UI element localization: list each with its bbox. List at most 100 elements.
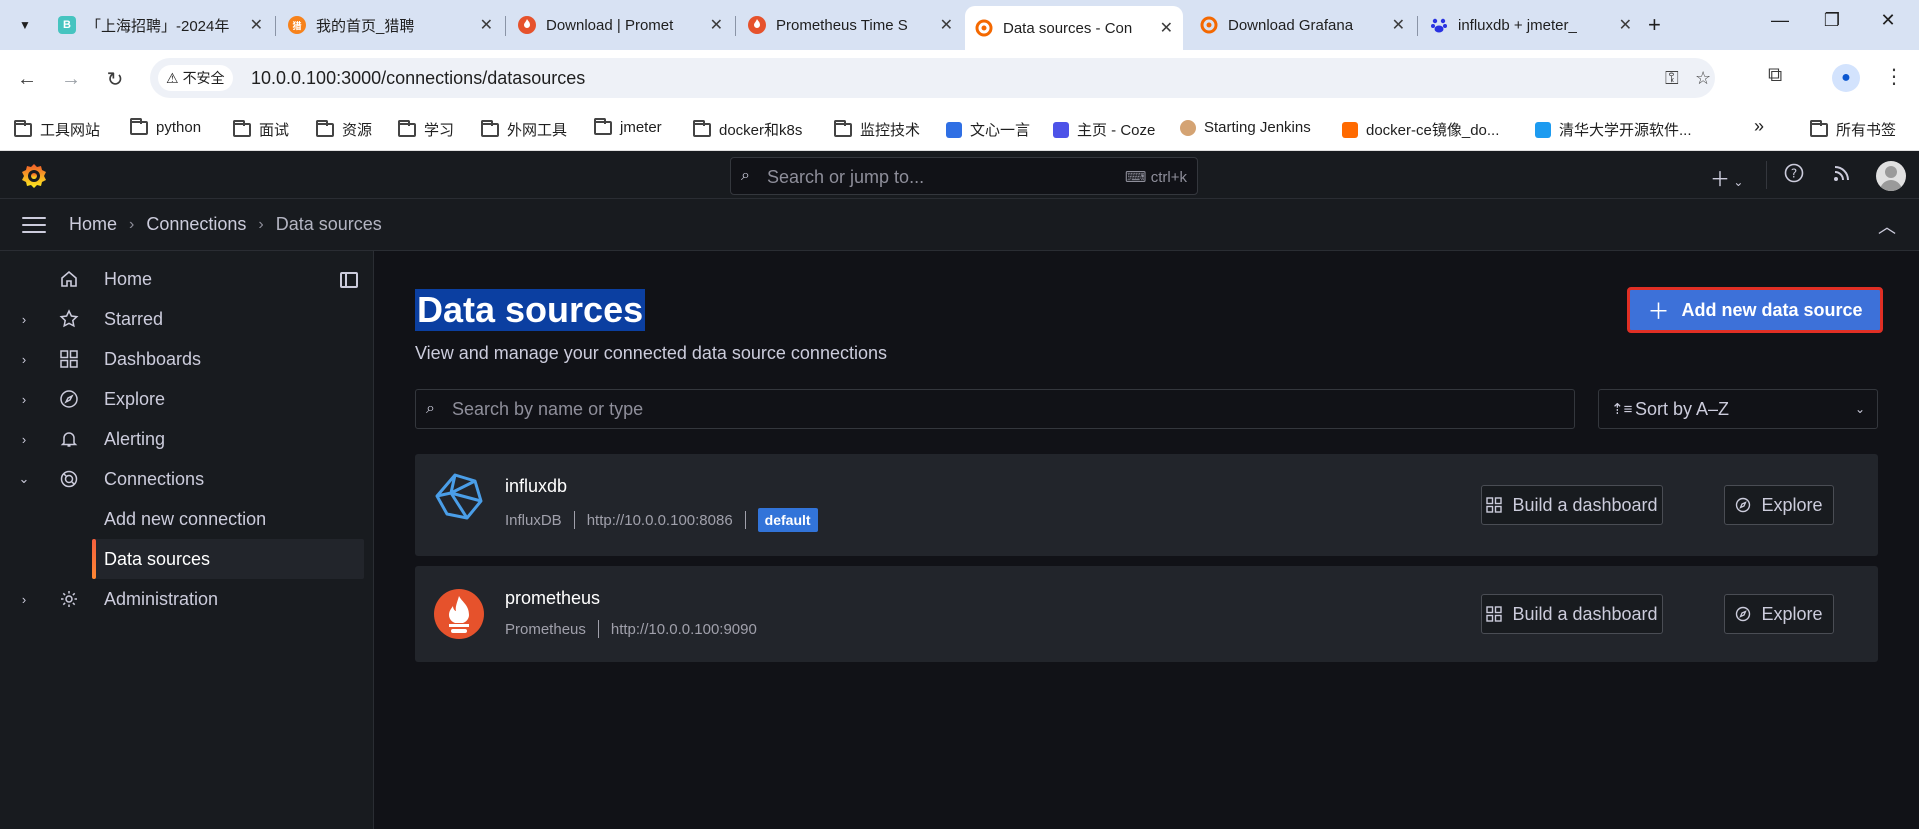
- bookmark-site[interactable]: 文心一言: [946, 119, 1030, 140]
- browser-tab[interactable]: Download Grafana ✕: [1190, 8, 1415, 42]
- bookmark-folder[interactable]: 学习: [398, 119, 454, 140]
- forward-button[interactable]: →: [56, 64, 86, 94]
- url-text[interactable]: 10.0.0.100:3000/connections/datasources: [251, 68, 585, 89]
- chevron-right-icon[interactable]: ›: [16, 392, 32, 407]
- datasource-card-prometheus[interactable]: prometheus Prometheus http://10.0.0.100:…: [415, 566, 1878, 662]
- bookmark-folder[interactable]: 工具网站: [14, 119, 100, 140]
- sidebar-item-starred[interactable]: › Starred: [0, 299, 364, 339]
- bookmark-label: 资源: [342, 122, 373, 139]
- compass-icon: [1735, 497, 1751, 513]
- close-icon[interactable]: ✕: [1619, 15, 1632, 35]
- new-tab-button[interactable]: +: [1648, 12, 1661, 38]
- back-button[interactable]: ←: [12, 64, 42, 94]
- folder-icon: [14, 119, 32, 137]
- browser-tab[interactable]: Download | Promet ✕: [508, 8, 733, 42]
- bookmark-folder[interactable]: python: [130, 117, 201, 136]
- sidebar-item-connections[interactable]: ⌄ Connections: [0, 459, 364, 499]
- influxdb-logo-icon: [435, 473, 483, 520]
- sidebar-item-alerting[interactable]: › Alerting: [0, 419, 364, 459]
- breadcrumb-connections[interactable]: Connections: [146, 214, 246, 235]
- profile-avatar[interactable]: ●: [1832, 64, 1860, 92]
- rss-news-icon[interactable]: [1832, 163, 1852, 189]
- bookmark-site[interactable]: 主页 - Coze: [1053, 119, 1155, 140]
- dock-menu-icon[interactable]: [340, 272, 358, 288]
- bookmark-folder[interactable]: 资源: [316, 119, 372, 140]
- datasource-name[interactable]: influxdb: [505, 476, 567, 497]
- sidebar-item-administration[interactable]: › Administration: [0, 579, 364, 619]
- plus-icon: ＋: [1647, 299, 1670, 324]
- page-title: Data sources: [415, 289, 646, 331]
- global-search-input[interactable]: ⌕ Search or jump to... ⌨ ctrl+k: [730, 157, 1198, 195]
- menu-toggle-icon[interactable]: [22, 217, 46, 233]
- explore-button[interactable]: Explore: [1724, 594, 1834, 634]
- datasource-name[interactable]: prometheus: [505, 588, 600, 609]
- browser-tab[interactable]: B 「上海招聘」-2024年 ✕: [48, 8, 273, 42]
- sidebar-item-explore[interactable]: › Explore: [0, 379, 364, 419]
- explore-button[interactable]: Explore: [1724, 485, 1834, 525]
- chevron-down-icon: ⌄: [1854, 402, 1865, 416]
- new-menu-button[interactable]: ＋ ⌄: [1710, 163, 1743, 192]
- datasource-type: InfluxDB: [505, 511, 562, 529]
- user-avatar[interactable]: [1876, 161, 1906, 191]
- bookmark-site[interactable]: Starting Jenkins: [1180, 119, 1311, 136]
- restore-button[interactable]: ❐: [1812, 10, 1852, 31]
- tab-search-button[interactable]: ▼: [10, 10, 40, 40]
- close-icon[interactable]: ✕: [940, 15, 953, 35]
- bookmark-folder[interactable]: jmeter: [594, 117, 662, 136]
- bookmark-star-icon[interactable]: ☆: [1695, 68, 1711, 89]
- sidebar-item-add-new-connection[interactable]: Add new connection: [0, 499, 364, 539]
- minimize-button[interactable]: —: [1760, 10, 1800, 31]
- datasource-type: Prometheus: [505, 620, 586, 638]
- connections-icon: [58, 468, 80, 490]
- sidebar-item-label: Dashboards: [104, 348, 202, 369]
- add-new-data-source-button[interactable]: ＋ Add new data source: [1627, 287, 1883, 333]
- sidebar-item-dashboards[interactable]: › Dashboards: [0, 339, 364, 379]
- breadcrumb-home[interactable]: Home: [69, 214, 117, 235]
- help-icon[interactable]: ?: [1784, 163, 1804, 189]
- chevron-right-icon[interactable]: ›: [16, 312, 32, 327]
- more-menu-icon[interactable]: ⋮: [1884, 64, 1904, 89]
- bookmark-site[interactable]: docker-ce镜像_do...: [1342, 119, 1499, 140]
- datasource-url: http://10.0.0.100:9090: [610, 620, 757, 638]
- close-icon[interactable]: ✕: [710, 15, 723, 35]
- close-icon[interactable]: ✕: [1160, 18, 1173, 38]
- all-bookmarks[interactable]: 所有书签: [1810, 119, 1896, 140]
- close-icon[interactable]: ✕: [480, 15, 493, 35]
- browser-tab[interactable]: 猎 我的首页_猎聘 ✕: [278, 8, 503, 42]
- warning-icon: ⚠: [166, 69, 179, 86]
- build-dashboard-button[interactable]: Build a dashboard: [1481, 594, 1663, 634]
- browser-tab[interactable]: influxdb + jmeter_ ✕: [1420, 8, 1642, 42]
- chevron-right-icon[interactable]: ›: [16, 432, 32, 447]
- tab-favicon: 猎: [288, 16, 306, 34]
- bookmark-folder[interactable]: 外网工具: [481, 119, 567, 140]
- bookmark-folder[interactable]: 面试: [233, 119, 289, 140]
- bookmark-folder[interactable]: 监控技术: [834, 119, 920, 140]
- bookmark-folder[interactable]: docker和k8s: [693, 119, 802, 140]
- datasource-card-influxdb[interactable]: influxdb InfluxDB http://10.0.0.100:8086…: [415, 454, 1878, 556]
- close-icon[interactable]: ✕: [250, 15, 263, 35]
- sort-select[interactable]: ⇡≡ Sort by A–Z ⌄: [1598, 389, 1878, 429]
- sidebar-item-home[interactable]: Home: [0, 259, 364, 299]
- bookmark-site[interactable]: 清华大学开源软件...: [1535, 119, 1692, 140]
- chevron-down-icon[interactable]: ⌄: [16, 471, 32, 487]
- build-dashboard-button[interactable]: Build a dashboard: [1481, 485, 1663, 525]
- grafana-logo-icon[interactable]: [20, 162, 48, 190]
- password-key-icon[interactable]: ⚿: [1665, 68, 1679, 89]
- cog-icon: [58, 588, 80, 610]
- security-chip[interactable]: ⚠ 不安全: [158, 65, 233, 91]
- close-icon[interactable]: ✕: [1392, 15, 1405, 35]
- omnibox[interactable]: ⚠ 不安全 10.0.0.100:3000/connections/dataso…: [150, 58, 1715, 98]
- window-close-button[interactable]: ✕: [1868, 10, 1908, 31]
- chevron-right-icon[interactable]: ›: [16, 352, 32, 367]
- datasource-search-input[interactable]: ⌕ Search by name or type: [415, 389, 1575, 429]
- chevron-right-icon[interactable]: ›: [16, 592, 32, 607]
- datasource-meta: Prometheus http://10.0.0.100:9090: [505, 620, 757, 638]
- sidebar-item-data-sources[interactable]: Data sources: [92, 539, 364, 579]
- extensions-icon[interactable]: ⧉: [1768, 64, 1782, 87]
- more-bookmarks-button[interactable]: »: [1754, 116, 1764, 137]
- chevron-up-icon[interactable]: ︿: [1878, 213, 1896, 239]
- reload-button[interactable]: ↻: [100, 64, 130, 94]
- search-placeholder: Search by name or type: [452, 399, 644, 419]
- browser-tab[interactable]: Prometheus Time S ✕: [738, 8, 963, 42]
- browser-tab-active[interactable]: Data sources - Con ✕: [965, 6, 1183, 50]
